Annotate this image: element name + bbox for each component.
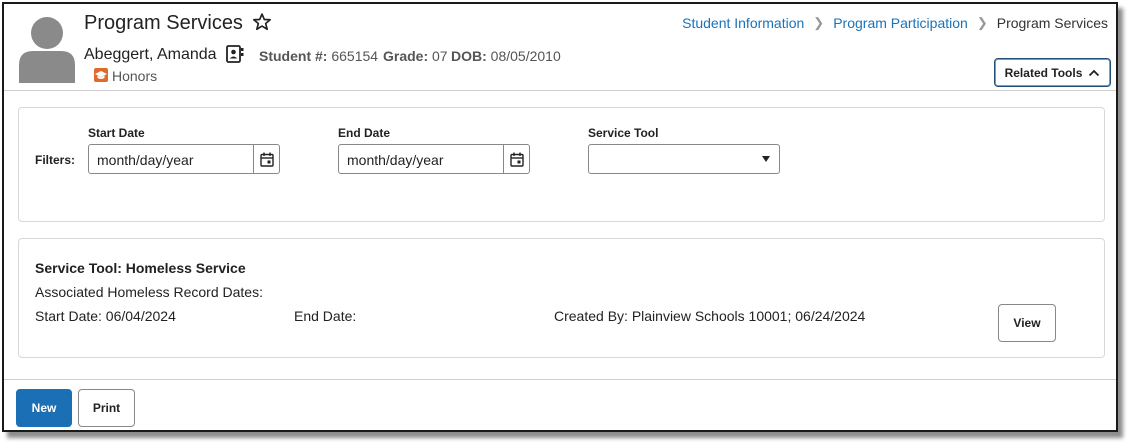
favorite-star-icon[interactable] (252, 12, 272, 32)
filters-label: Filters: (35, 153, 76, 167)
chevron-right-icon: ❯ (813, 15, 825, 30)
end-date-calendar-button[interactable] (503, 145, 529, 173)
breadcrumb-student-information[interactable]: Student Information (682, 15, 804, 31)
action-bar: New Print (4, 379, 1116, 430)
student-number: Student #: 665154 (259, 48, 379, 64)
student-avatar (19, 17, 75, 83)
service-record-card: Service Tool: Homeless Service Associate… (18, 238, 1105, 358)
student-name: Abeggert, Amanda (84, 46, 217, 63)
start-date-label: Start Date (88, 126, 145, 140)
breadcrumb-program-participation[interactable]: Program Participation (833, 15, 968, 31)
service-tool-label: Service Tool (588, 126, 659, 140)
service-end-date: End Date: (294, 308, 357, 324)
graduation-cap-icon (94, 68, 108, 82)
calendar-icon (509, 152, 524, 167)
chevron-up-icon (1089, 69, 1100, 76)
service-created-by: Created By: Plainview Schools 10001; 06/… (554, 308, 866, 324)
start-date-placeholder: month/day/year (97, 152, 194, 168)
program-services-window: Program Services Abeggert, Amanda Studen… (2, 2, 1118, 432)
end-date-placeholder: month/day/year (347, 152, 444, 168)
start-date-calendar-button[interactable] (253, 145, 279, 173)
related-tools-label: Related Tools (1004, 65, 1083, 80)
view-button[interactable]: View (998, 304, 1056, 342)
student-dob: DOB: 08/05/2010 (451, 48, 561, 64)
student-grade: Grade: 07 (383, 48, 448, 64)
service-start-date: Start Date: 06/04/2024 (35, 308, 176, 324)
breadcrumb-program-services: Program Services (996, 15, 1108, 31)
new-button[interactable]: New (16, 389, 72, 427)
page-title: Program Services (84, 12, 243, 34)
page-header: Program Services Abeggert, Amanda Studen… (4, 4, 1116, 91)
caret-down-icon (762, 156, 770, 162)
end-date-input[interactable]: month/day/year (338, 144, 530, 174)
contact-card-icon[interactable] (226, 45, 244, 63)
calendar-icon (259, 152, 274, 167)
start-date-input[interactable]: month/day/year (88, 144, 280, 174)
end-date-label: End Date (338, 126, 391, 140)
service-tool-select[interactable] (588, 144, 780, 174)
breadcrumb: Student Information ❯ Program Participat… (682, 15, 1108, 31)
chevron-right-icon: ❯ (976, 15, 988, 30)
associated-dates-label: Associated Homeless Record Dates: (35, 284, 263, 300)
print-button[interactable]: Print (78, 389, 135, 427)
related-tools-button[interactable]: Related Tools (994, 58, 1111, 87)
filters-panel: Filters: Start Date month/day/year End D… (18, 107, 1105, 222)
service-tool-title: Service Tool: Homeless Service (35, 260, 246, 276)
honors-flag-label: Honors (112, 68, 158, 84)
